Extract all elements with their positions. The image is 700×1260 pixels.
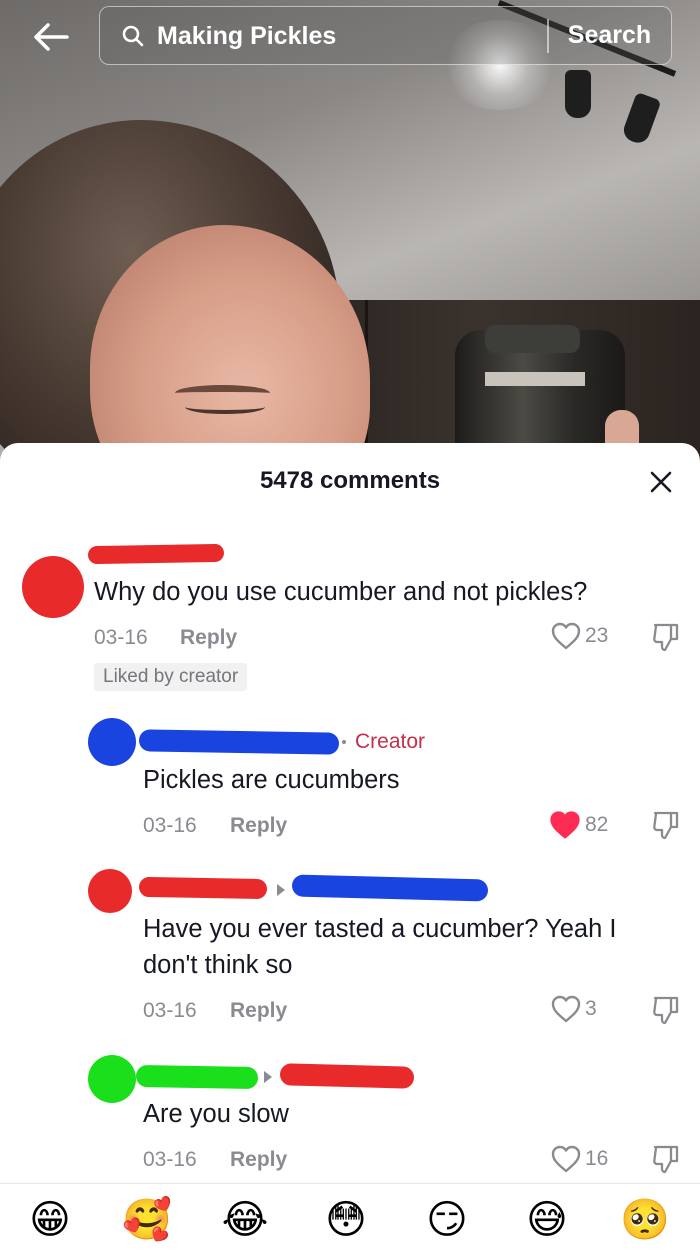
comment-date: 03-16 [143,999,197,1022]
thumbs-down-icon[interactable] [651,995,681,1025]
person-eyebrow [175,385,270,401]
like-button[interactable]: 23 [551,621,608,651]
thumbs-down-icon[interactable] [651,622,681,652]
reply-button[interactable]: Reply [230,999,287,1023]
like-count: 3 [585,997,597,1020]
reply-button[interactable]: Reply [230,1148,287,1172]
heart-outline-icon [551,622,581,650]
close-icon [650,471,672,493]
bottle-cap [485,325,580,353]
creator-tag: Creator [355,730,426,753]
spotlight [620,92,662,146]
smiling-hearts-emoji-icon[interactable]: 🥰 [121,1194,173,1246]
heart-filled-icon [550,811,580,839]
avatar[interactable] [88,1055,136,1103]
username-redaction[interactable] [87,543,225,565]
search-query[interactable]: Making Pickles [157,22,336,51]
like-button[interactable]: 16 [551,1144,608,1174]
username-redaction[interactable] [138,729,340,755]
reply-to-arrow-icon [264,1071,272,1083]
comments-count-title: 5478 comments [259,467,441,494]
video-player[interactable] [0,0,700,470]
heart-outline-icon [551,1145,581,1173]
liked-by-creator-badge: Liked by creator [94,663,248,691]
reply-to-arrow-icon [277,884,285,896]
pleading-emoji-icon[interactable]: 🥺 [619,1194,671,1246]
bottle-label [485,372,585,386]
comment-date: 03-16 [94,626,148,649]
comment-date: 03-16 [143,814,197,837]
reply-to-username-redaction[interactable] [279,1063,415,1089]
sweat-smile-emoji-icon[interactable]: 😅 [521,1194,573,1246]
spotlight [565,70,591,118]
comment-date: 03-16 [143,1148,197,1171]
reply-button[interactable]: Reply [230,814,287,838]
comment-text-line-2: don't think so [143,951,293,979]
close-button[interactable] [640,461,682,503]
comment-text: Why do you use cucumber and not pickles? [94,578,588,606]
like-count: 82 [585,813,609,836]
like-button[interactable]: 3 [551,994,597,1024]
reply-to-username-redaction[interactable] [291,874,489,902]
like-button[interactable]: 82 [549,810,608,840]
avatar[interactable] [22,556,84,618]
arrow-left-icon [34,23,69,51]
comment-text-line-1: Have you ever tasted a cucumber? Yeah I [143,915,617,943]
grinning-emoji-icon[interactable]: 😁 [24,1194,76,1246]
emoji-quick-bar: 😁 🥰 😂 😳 😏 😅 🥺 [0,1183,700,1260]
avatar[interactable] [88,869,132,913]
heart-outline-icon [551,995,581,1023]
search-icon [122,25,144,47]
like-count: 23 [585,624,609,647]
flushed-emoji-icon[interactable]: 😳 [320,1194,372,1246]
smirk-emoji-icon[interactable]: 😏 [421,1194,473,1246]
comment-text: Are you slow [143,1100,289,1128]
like-count: 16 [585,1147,609,1170]
back-button[interactable] [30,16,72,58]
username-redaction[interactable] [138,876,268,900]
comment-text: Pickles are cucumbers [143,766,400,794]
search-button[interactable]: Search [548,7,671,63]
search-bar[interactable]: Making Pickles Search [99,6,672,65]
reply-button[interactable]: Reply [180,626,237,650]
tears-of-joy-emoji-icon[interactable]: 😂 [219,1194,271,1246]
person-eye [185,400,265,414]
username-redaction[interactable] [135,1064,259,1090]
avatar[interactable] [88,718,136,766]
thumbs-down-icon[interactable] [651,810,681,840]
comments-sheet: 5478 comments Why do you use cucumber an… [0,443,700,1260]
thumbs-down-icon[interactable] [651,1144,681,1174]
separator-dot [342,740,346,744]
